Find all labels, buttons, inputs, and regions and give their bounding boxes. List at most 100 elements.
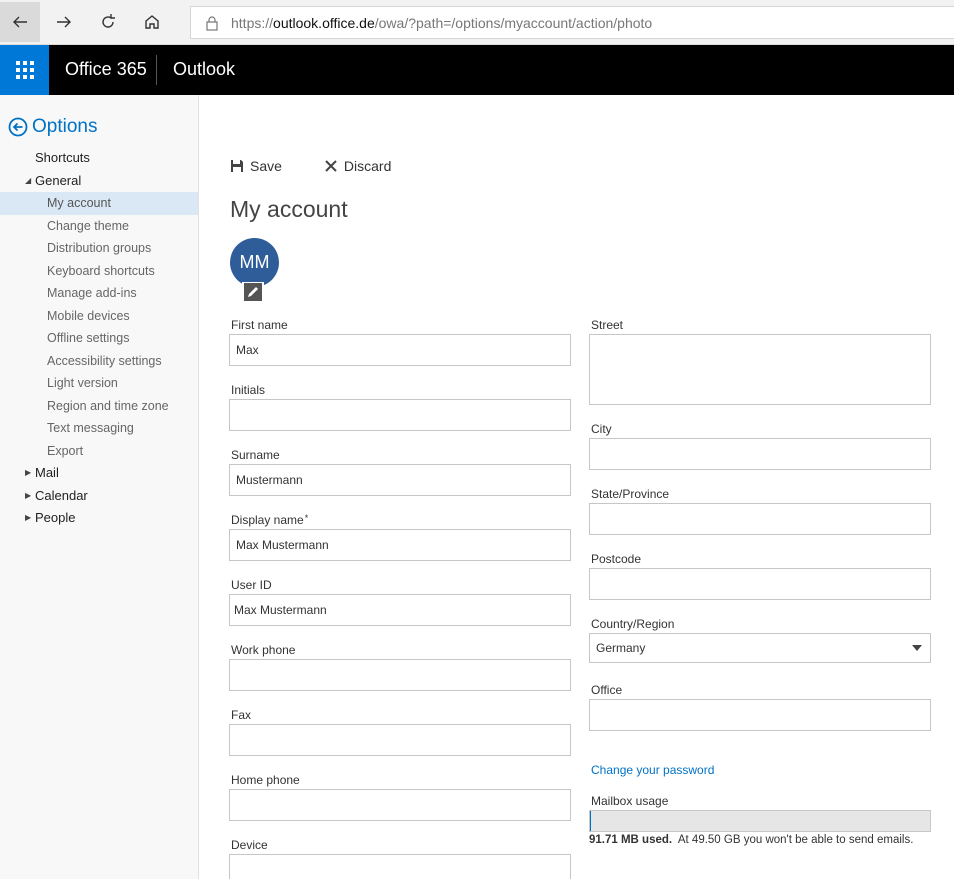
save-label: Save	[250, 158, 282, 174]
page-title: My account	[230, 196, 348, 222]
collapsed-triangle-icon: ▶	[25, 513, 32, 522]
office-label: Office	[591, 683, 623, 697]
user-id-label: User ID	[231, 578, 272, 592]
url-host: outlook.office.de	[273, 14, 375, 31]
arrow-right-icon	[57, 16, 71, 28]
command-bar: Save Discard	[230, 158, 433, 174]
suite-brand[interactable]: Office 365	[65, 59, 147, 80]
sidebar-item-distribution-groups[interactable]: Distribution groups	[0, 237, 198, 260]
street-field[interactable]	[589, 334, 931, 405]
collapsed-triangle-icon: ▶	[25, 468, 32, 477]
street-label: Street	[591, 318, 624, 332]
postcode-field[interactable]	[589, 568, 931, 600]
mailbox-usage-used: 91.71 MB used.	[589, 834, 673, 846]
state-label: State/Province	[591, 487, 670, 501]
sidebar-item-region-time-zone[interactable]: Region and time zone	[0, 395, 198, 418]
save-button[interactable]: Save	[230, 158, 282, 174]
surname-label: Surname	[231, 448, 280, 462]
fax-label: Fax	[231, 708, 252, 722]
sidebar-item-label: People	[35, 510, 76, 525]
expanded-triangle-icon: ◢	[25, 175, 32, 185]
work-phone-field[interactable]	[229, 659, 571, 691]
sidebar-item-keyboard-shortcuts[interactable]: Keyboard shortcuts	[0, 260, 198, 283]
sidebar-item-my-account[interactable]: My account	[0, 192, 198, 215]
office-field[interactable]	[589, 699, 931, 731]
url-protocol: https://	[231, 14, 274, 31]
suite-header: Office 365 Outlook	[0, 45, 954, 95]
home-icon	[145, 15, 159, 29]
city-field[interactable]	[589, 438, 931, 470]
address-bar[interactable]: https://outlook.office.de/owa/?path=/opt…	[190, 6, 954, 39]
country-select[interactable]: Germany	[589, 633, 931, 663]
fax-field[interactable]	[229, 724, 571, 756]
collapsed-triangle-icon: ▶	[25, 490, 32, 500]
sidebar-item-people[interactable]: ▶ People	[0, 507, 198, 530]
sidebar-item-label: Offline settings	[47, 331, 130, 345]
chevron-down-icon	[912, 645, 922, 651]
discard-button[interactable]: Discard	[324, 158, 391, 174]
sidebar-item-offline-settings[interactable]: Offline settings	[0, 327, 198, 350]
waffle-icon	[15, 61, 34, 79]
app-name[interactable]: Outlook	[173, 59, 235, 80]
sidebar-item-calendar[interactable]: ▶ Calendar	[0, 485, 198, 508]
sidebar-item-label: Manage add-ins	[47, 286, 137, 300]
url-path: /owa/?path=/options/myaccount/action/pho…	[374, 14, 653, 31]
first-name-label: First name	[231, 318, 288, 332]
sidebar-item-label: Export	[47, 443, 84, 458]
sidebar-item-label: Text messaging	[47, 421, 134, 435]
options-title: Options	[32, 116, 98, 137]
sidebar-item-change-theme[interactable]: Change theme	[0, 215, 198, 238]
sidebar-item-label: General	[35, 172, 82, 188]
state-field[interactable]	[589, 503, 931, 535]
browser-toolbar: https://outlook.office.de/owa/?path=/opt…	[0, 0, 954, 45]
sidebar-item-light-version[interactable]: Light version	[0, 372, 198, 395]
sidebar-item-mobile-devices[interactable]: Mobile devices	[0, 305, 198, 328]
reload-icon	[102, 14, 115, 28]
sidebar-item-text-messaging[interactable]: Text messaging	[0, 417, 198, 440]
url-text: https://outlook.office.de/owa/?path=/opt…	[231, 15, 652, 31]
change-password-link[interactable]: Change your password	[591, 763, 714, 777]
app-launcher-button[interactable]	[0, 45, 49, 95]
sidebar-item-accessibility-settings[interactable]: Accessibility settings	[0, 350, 198, 373]
reload-button[interactable]	[88, 2, 128, 42]
user-id-field[interactable]: Max Mustermann	[229, 594, 571, 626]
sidebar-item-label: Calendar	[35, 487, 88, 503]
options-back-link[interactable]: Options	[8, 116, 97, 138]
sidebar-item-label: Accessibility settings	[47, 353, 162, 368]
lock-icon	[206, 15, 218, 31]
main-content: Save Discard My account MM First name Ma…	[200, 95, 954, 879]
mailbox-usage-note: At 49.50 GB you won't be able to send em…	[677, 834, 914, 846]
device-field[interactable]	[229, 854, 571, 879]
sidebar-item-label: Shortcuts	[35, 150, 90, 165]
edit-photo-button[interactable]	[242, 282, 264, 302]
home-button[interactable]	[132, 2, 172, 42]
sidebar-item-label: Distribution groups	[47, 241, 152, 255]
sidebar-item-export[interactable]: Export	[0, 440, 198, 463]
home-phone-field[interactable]	[229, 789, 571, 821]
mailbox-usage-fill	[590, 811, 591, 831]
sidebar-item-shortcuts[interactable]: Shortcuts	[0, 147, 198, 170]
device-label: Device	[231, 838, 268, 852]
surname-field[interactable]: Mustermann	[229, 464, 571, 496]
sidebar-item-manage-add-ins[interactable]: Manage add-ins	[0, 282, 198, 305]
back-button[interactable]	[0, 2, 40, 42]
sidebar-item-general[interactable]: ◢ General	[0, 170, 198, 193]
sidebar-item-label: Mail	[35, 465, 59, 480]
work-phone-label: Work phone	[231, 643, 296, 657]
options-nav: Shortcuts ◢ General My account Change the…	[0, 147, 198, 530]
first-name-field[interactable]: Max	[229, 334, 571, 366]
mailbox-usage-text: 91.71 MB used. At 49.50 GB you won't be …	[589, 834, 913, 846]
display-name-label: Display name*	[231, 513, 308, 527]
forward-button[interactable]	[44, 2, 84, 42]
sidebar-item-label: Light version	[47, 376, 118, 390]
avatar[interactable]: MM	[230, 238, 279, 287]
sidebar-item-label: My account	[47, 196, 111, 210]
sidebar-item-mail[interactable]: ▶ Mail	[0, 462, 198, 485]
country-value: Germany	[596, 641, 646, 655]
initials-field[interactable]	[229, 399, 571, 431]
display-name-field[interactable]: Max Mustermann	[229, 529, 571, 561]
required-mark: *	[304, 513, 309, 523]
home-phone-label: Home phone	[231, 773, 300, 787]
mailbox-usage-label: Mailbox usage	[591, 794, 669, 808]
city-label: City	[591, 422, 612, 436]
